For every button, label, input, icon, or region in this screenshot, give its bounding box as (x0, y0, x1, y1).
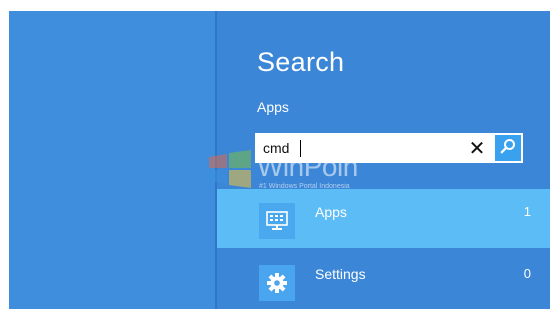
result-settings[interactable]: Settings 0 (217, 251, 550, 309)
search-icon (500, 138, 516, 159)
search-input[interactable] (255, 133, 455, 163)
result-count-apps: 1 (523, 204, 531, 219)
result-label-apps: Apps (315, 204, 347, 220)
search-scope-label: Apps (257, 99, 289, 115)
start-screen-background (9, 11, 215, 309)
result-label-settings: Settings (315, 266, 366, 282)
search-charm-screen: Search Apps ✕ (9, 11, 550, 309)
result-apps[interactable]: Apps 1 (217, 189, 550, 248)
text-caret (300, 140, 301, 157)
gear-icon (259, 265, 295, 301)
result-count-settings: 0 (523, 266, 531, 281)
clear-search-button[interactable]: ✕ (465, 136, 489, 160)
search-button[interactable] (495, 135, 521, 161)
app-window-icon (259, 203, 295, 239)
search-charm-pane: Search Apps ✕ (217, 11, 550, 309)
charm-title: Search (257, 47, 345, 77)
search-box[interactable]: ✕ (255, 133, 523, 163)
